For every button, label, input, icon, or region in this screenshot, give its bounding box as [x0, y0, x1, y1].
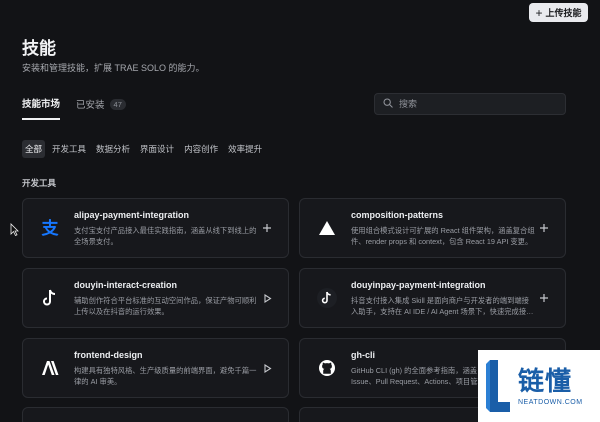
skill-description: 辅助创作符合平台标准的互动空间作品，保证产物可顺利上传以及在抖音的运行效果。	[74, 296, 257, 316]
watermark-logo: 链懂 NEATDOWN.COM	[478, 350, 600, 422]
skill-name: douyin-interact-creation	[74, 280, 178, 290]
category-filters: 全部 开发工具 数据分析 界面设计 内容创作 效率提升	[22, 140, 265, 158]
skill-name: composition-patterns	[351, 210, 444, 220]
tab-marketplace[interactable]: 技能市场	[22, 96, 61, 120]
plus-icon: +	[535, 5, 543, 20]
add-icon[interactable]	[260, 221, 274, 235]
anthropic-icon	[39, 357, 61, 379]
skill-card[interactable]: douyin-interact-creation 辅助创作符合平台标准的互动空间…	[22, 268, 289, 328]
add-icon[interactable]	[537, 291, 551, 305]
mouse-cursor-icon	[10, 223, 19, 241]
watermark-chinese-text: 链懂	[518, 366, 573, 397]
tab-bar: 技能市场 已安装 47	[22, 96, 126, 120]
section-title: 开发工具	[22, 178, 57, 188]
filter-content-creation[interactable]: 内容创作	[181, 140, 221, 158]
add-icon[interactable]	[537, 221, 551, 235]
tab-marketplace-label: 技能市场	[22, 99, 61, 110]
skill-description: 支付宝支付产品接入最佳实践指南，涵盖从线下到线上的全场景支付。	[74, 226, 257, 246]
skill-card[interactable]: frontend-design 构建具有独特风格、生产级质量的前端界面，避免千篇…	[22, 338, 289, 398]
play-icon[interactable]	[260, 361, 274, 375]
filter-data-analysis[interactable]: 数据分析	[93, 140, 133, 158]
skill-name: douyinpay-payment-integration	[351, 280, 486, 290]
watermark-english-text: NEATDOWN.COM	[518, 398, 583, 406]
search-icon	[383, 95, 393, 113]
skill-card[interactable]: composition-patterns 使用组合模式设计可扩展的 React …	[299, 198, 566, 258]
alipay-icon: 支	[39, 217, 61, 239]
vercel-triangle-icon	[316, 217, 338, 239]
filter-all[interactable]: 全部	[22, 140, 46, 158]
skill-card-partial[interactable]	[22, 407, 289, 422]
search-input[interactable]	[399, 99, 549, 109]
skill-name: alipay-payment-integration	[74, 210, 190, 220]
installed-count-badge: 47	[109, 98, 126, 110]
skill-card[interactable]: 支 alipay-payment-integration 支付宝支付产品接入最佳…	[22, 198, 289, 258]
skill-description: 使用组合模式设计可扩展的 React 组件架构，涵盖复合组件、render pr…	[351, 226, 535, 246]
skill-description: 抖音支付接入集成 Skill 是面向商户与开发者的端到端接入助手，支持在 AI …	[351, 296, 529, 316]
play-icon[interactable]	[260, 291, 274, 305]
skill-card[interactable]: douyinpay-payment-integration 抖音支付接入集成 S…	[299, 268, 566, 328]
tab-installed-label: 已安装	[76, 100, 105, 111]
tab-installed[interactable]: 已安装 47	[76, 96, 126, 120]
filter-productivity[interactable]: 效率提升	[225, 140, 265, 158]
filter-dev-tools[interactable]: 开发工具	[49, 140, 89, 158]
skill-name: frontend-design	[74, 350, 143, 360]
filter-ui-design[interactable]: 界面设计	[137, 140, 177, 158]
search-box[interactable]	[374, 93, 566, 115]
page-title: 技能	[22, 39, 56, 58]
upload-skill-label: 上传技能	[545, 8, 582, 18]
douyinpay-icon	[316, 287, 338, 309]
tiktok-icon	[39, 287, 61, 309]
github-icon	[316, 357, 338, 379]
skill-description: 构建具有独特风格、生产级质量的前端界面，避免千篇一律的 AI 审美。	[74, 366, 257, 386]
svg-text:支: 支	[42, 218, 60, 238]
page-subtitle: 安装和管理技能，扩展 TRAE SOLO 的能力。	[22, 63, 205, 73]
upload-skill-button[interactable]: + 上传技能	[529, 3, 588, 22]
watermark-l-icon	[486, 360, 510, 412]
